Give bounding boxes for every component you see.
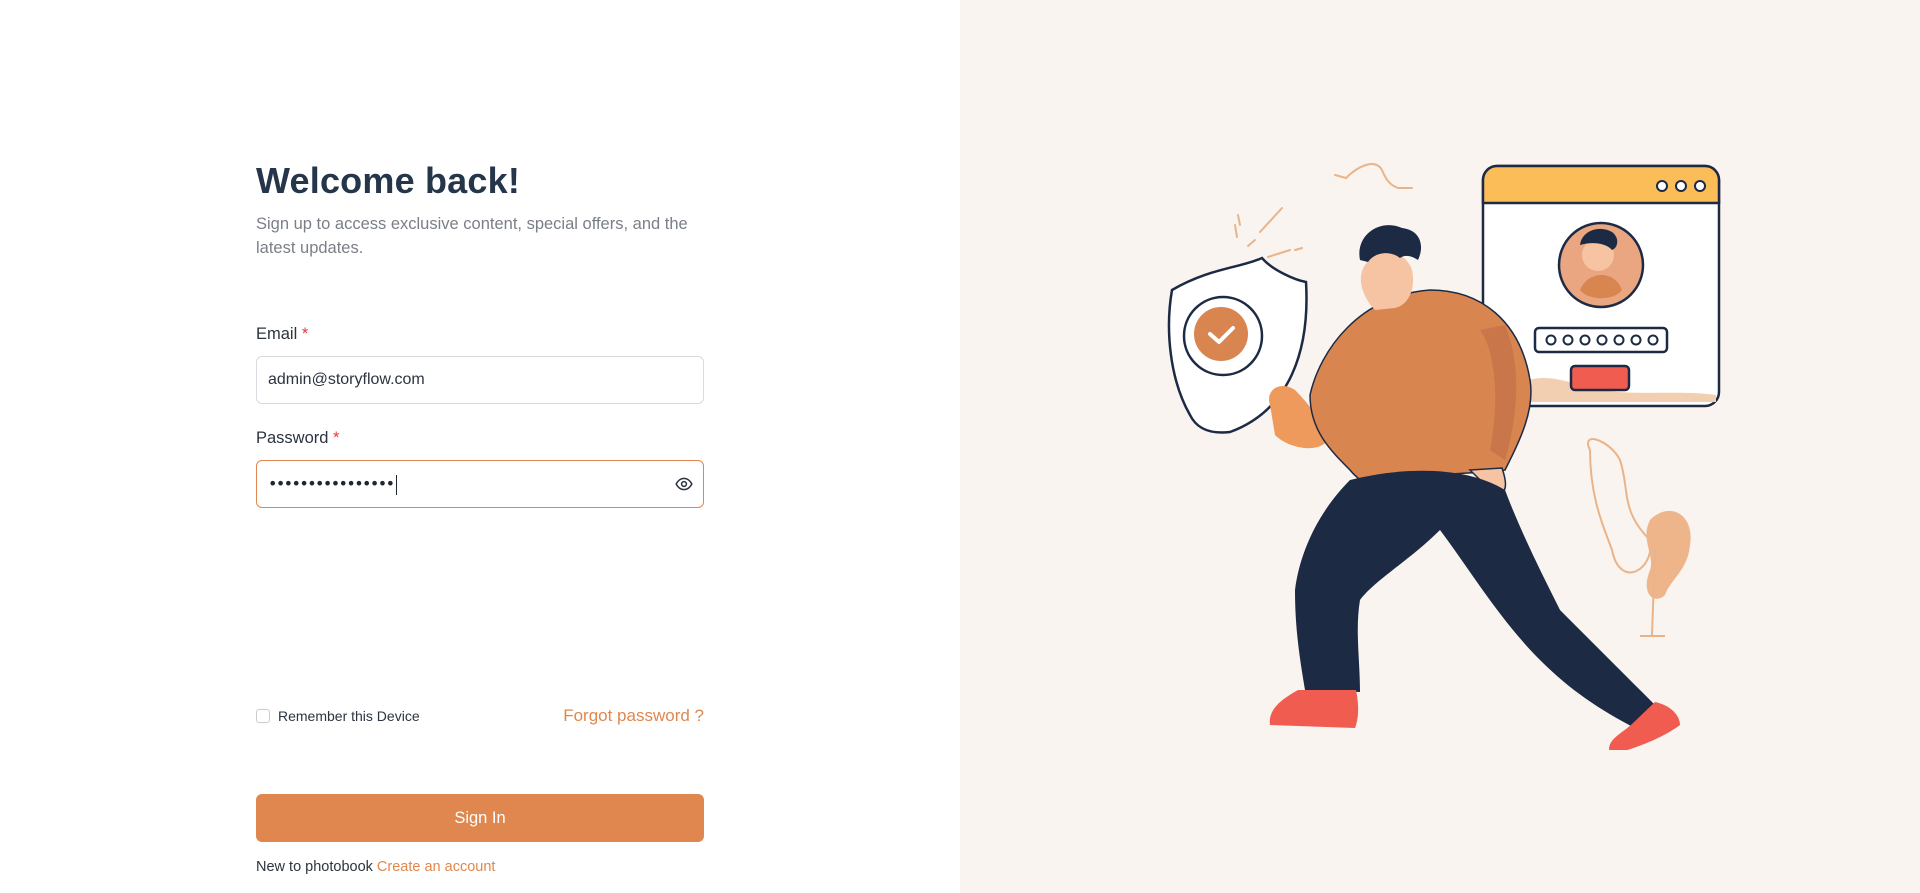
password-field[interactable]: •••••••••••••••• [256,460,704,508]
remember-checkbox[interactable] [256,709,270,723]
password-masked-value: •••••••••••••••• [268,474,398,495]
eye-icon[interactable] [675,475,693,493]
email-field-wrapper [256,356,704,404]
page-title: Welcome back! [256,160,521,201]
signup-prompt: New to photobook Create an account [256,859,495,875]
forgot-password-link[interactable]: Forgot password ? [563,706,704,726]
password-label: Password * [256,429,339,448]
login-panel: Welcome back! Sign up to access exclusiv… [0,0,960,893]
login-illustration [1167,163,1721,750]
text-caret [396,474,398,495]
email-label-text: Email [256,325,298,343]
password-label-text: Password [256,429,329,447]
page-subtitle: Sign up to access exclusive content, spe… [256,215,688,257]
email-label: Email * [256,325,308,344]
plant [1587,438,1691,637]
sign-in-button[interactable]: Sign In [256,794,704,842]
signup-prompt-text: New to photobook [256,859,373,875]
login-form: Welcome back! Sign up to access exclusiv… [256,160,704,875]
password-required-mark: * [333,429,340,447]
password-dots: •••••••••••••••• [268,474,395,493]
email-required-mark: * [301,325,309,343]
remember-label: Remember this Device [278,708,420,724]
create-account-link[interactable]: Create an account [377,859,496,875]
remember-device[interactable]: Remember this Device [256,708,420,724]
email-field[interactable] [268,357,658,403]
